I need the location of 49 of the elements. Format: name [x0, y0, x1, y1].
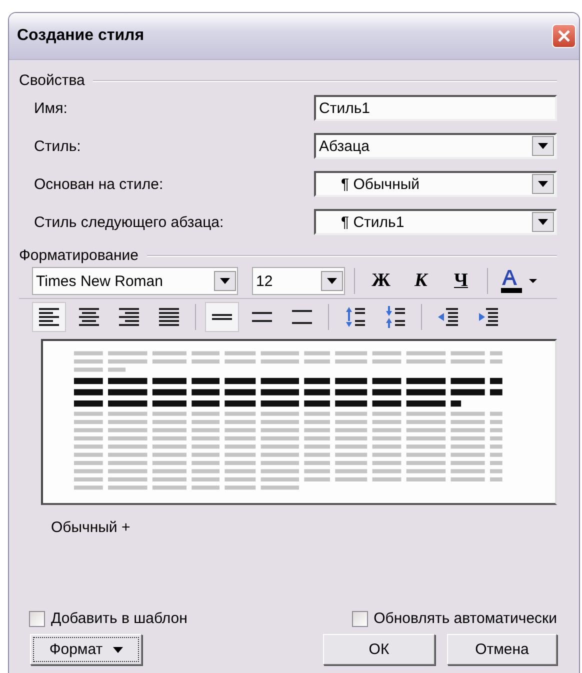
ok-button[interactable]: ОК	[323, 634, 435, 665]
dropdown-button[interactable]	[532, 136, 554, 156]
italic-button[interactable]: К	[404, 266, 438, 296]
caret-icon	[538, 143, 548, 149]
align-left-icon	[39, 308, 59, 326]
font-color-icon	[499, 268, 539, 294]
caret-icon	[538, 219, 548, 225]
dropdown-field[interactable]: ¶ Стиль1	[314, 209, 557, 235]
checkbox-label: Обновлять автоматически	[374, 610, 557, 627]
group-label: Свойства	[19, 72, 85, 89]
close-button[interactable]	[552, 24, 576, 48]
align-right-icon	[119, 308, 139, 326]
checkbox[interactable]	[352, 610, 368, 626]
font-dropdown[interactable]: Times New Roman	[32, 267, 238, 295]
field-label: Стиль:	[34, 138, 81, 154]
dropdown-button[interactable]	[214, 271, 236, 291]
field-label: Основан на стиле:	[34, 176, 164, 192]
field-label: Имя:	[34, 100, 68, 116]
size-dropdown[interactable]: 12	[252, 267, 345, 295]
spacing-increase-icon	[345, 306, 365, 328]
format-button[interactable]: Формат	[30, 634, 142, 665]
dropdown-button[interactable]	[532, 174, 554, 194]
close-icon	[557, 29, 571, 43]
text-field[interactable]: Стиль1	[314, 95, 557, 121]
caret-icon	[112, 646, 123, 652]
dropdown-field[interactable]: ¶ Обычный	[314, 171, 557, 197]
style-description: Обычный +	[51, 519, 132, 536]
dropdown-field[interactable]: Абзаца	[314, 133, 557, 159]
indent-icon	[478, 308, 498, 326]
bold-button[interactable]: Ж	[364, 266, 398, 296]
align-center-icon	[79, 308, 99, 326]
checkbox-label: Добавить в шаблон	[51, 610, 188, 627]
spacing-decrease-icon	[385, 306, 405, 328]
caret-icon	[538, 181, 548, 187]
group-label: Форматирование	[19, 247, 138, 264]
dropdown-button[interactable]	[532, 212, 554, 232]
caret-icon	[327, 278, 337, 284]
caret-icon	[220, 278, 230, 284]
line-spacing-icon	[292, 308, 312, 326]
align-justify-icon	[159, 308, 179, 326]
line-spacing-button[interactable]	[205, 302, 239, 332]
align-left-button[interactable]	[32, 302, 66, 332]
checkbox[interactable]	[29, 610, 45, 626]
underline-button[interactable]: Ч	[444, 266, 478, 296]
cancel-button[interactable]: Отмена	[447, 634, 557, 665]
window-title: Создание стиля	[17, 27, 144, 45]
dropdown-button[interactable]	[321, 271, 343, 291]
field-label: Стиль следующего абзаца:	[34, 214, 224, 230]
outdent-icon	[438, 308, 458, 326]
